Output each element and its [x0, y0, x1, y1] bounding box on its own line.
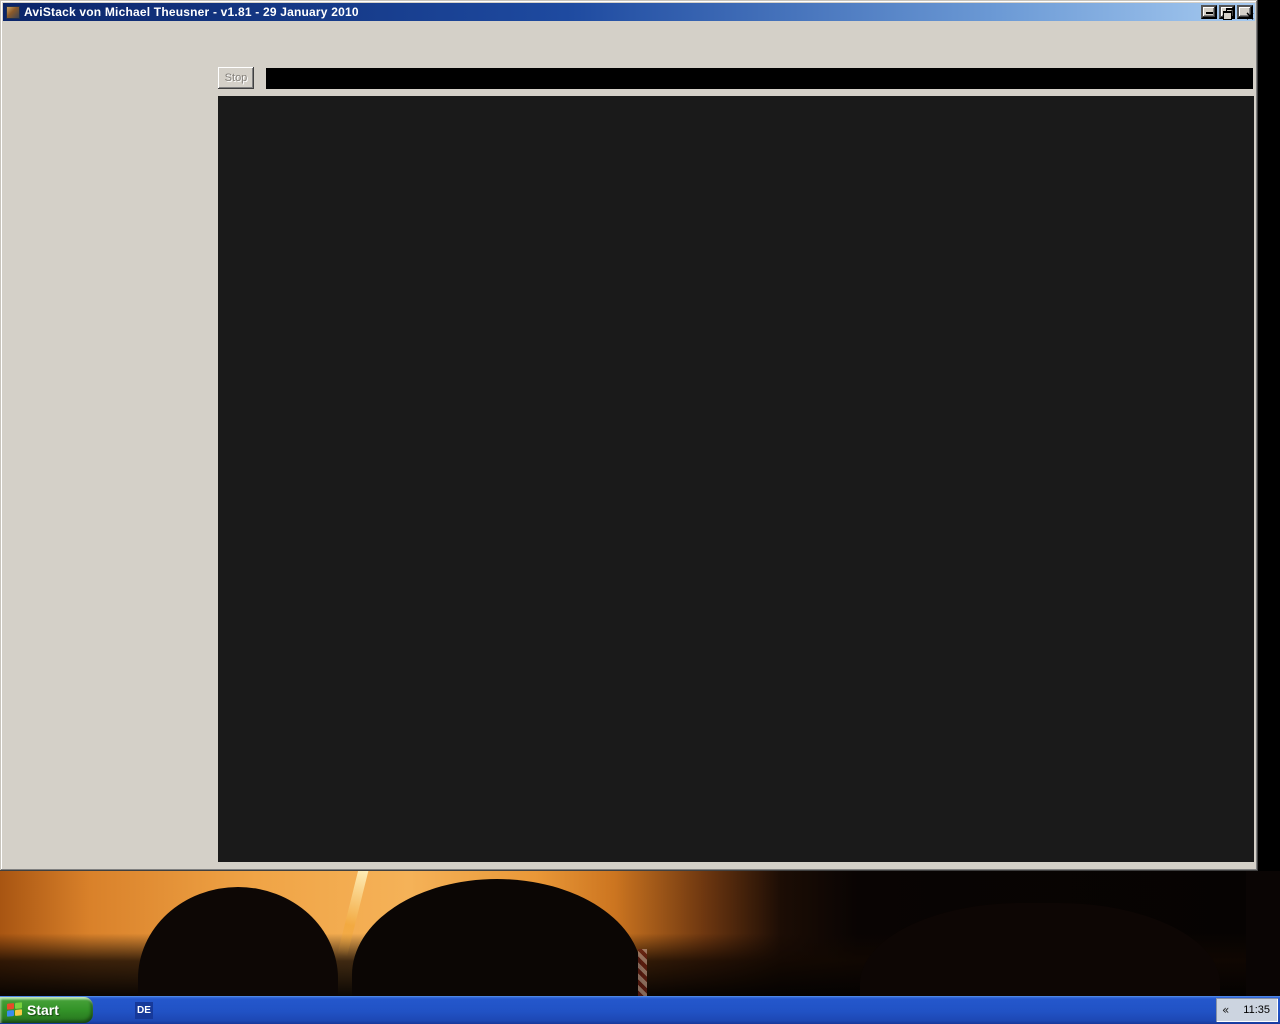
toolbar: Stop: [218, 66, 1253, 90]
restore-button[interactable]: [1219, 5, 1235, 19]
start-button[interactable]: Start: [0, 997, 93, 1023]
stop-button[interactable]: Stop: [218, 67, 254, 89]
progress-bar: [266, 68, 1253, 89]
screen: AviStack von Michael Theusner - v1.81 - …: [0, 0, 1280, 1024]
minimize-button[interactable]: [1201, 5, 1217, 19]
menubar: [4, 23, 1254, 39]
sidebar: [3, 46, 215, 866]
telescope-dome-silhouette: [860, 903, 1220, 996]
building-silhouette: [1246, 871, 1280, 996]
close-button[interactable]: ×: [1237, 5, 1253, 19]
clock: 11:35: [1243, 1004, 1270, 1016]
language-indicator[interactable]: DE: [135, 1002, 153, 1019]
system-tray: « 11:35: [1216, 998, 1278, 1022]
taskbar: Start DE « 11:35: [0, 996, 1280, 1024]
telescope-dome-silhouette: [138, 887, 338, 996]
titlebar: AviStack von Michael Theusner - v1.81 - …: [3, 3, 1255, 21]
windows-flag-icon: [7, 1002, 22, 1018]
window-title: AviStack von Michael Theusner - v1.81 - …: [24, 5, 359, 19]
avistack-window: AviStack von Michael Theusner - v1.81 - …: [0, 0, 1258, 871]
moon-image-view[interactable]: [218, 96, 1254, 862]
telescope-dome-silhouette: [352, 879, 642, 996]
striped-pole: [638, 949, 647, 996]
desktop: [0, 871, 1280, 996]
tray-chevron-icon[interactable]: «: [1222, 1003, 1229, 1017]
avistack-app-icon: [6, 6, 20, 19]
